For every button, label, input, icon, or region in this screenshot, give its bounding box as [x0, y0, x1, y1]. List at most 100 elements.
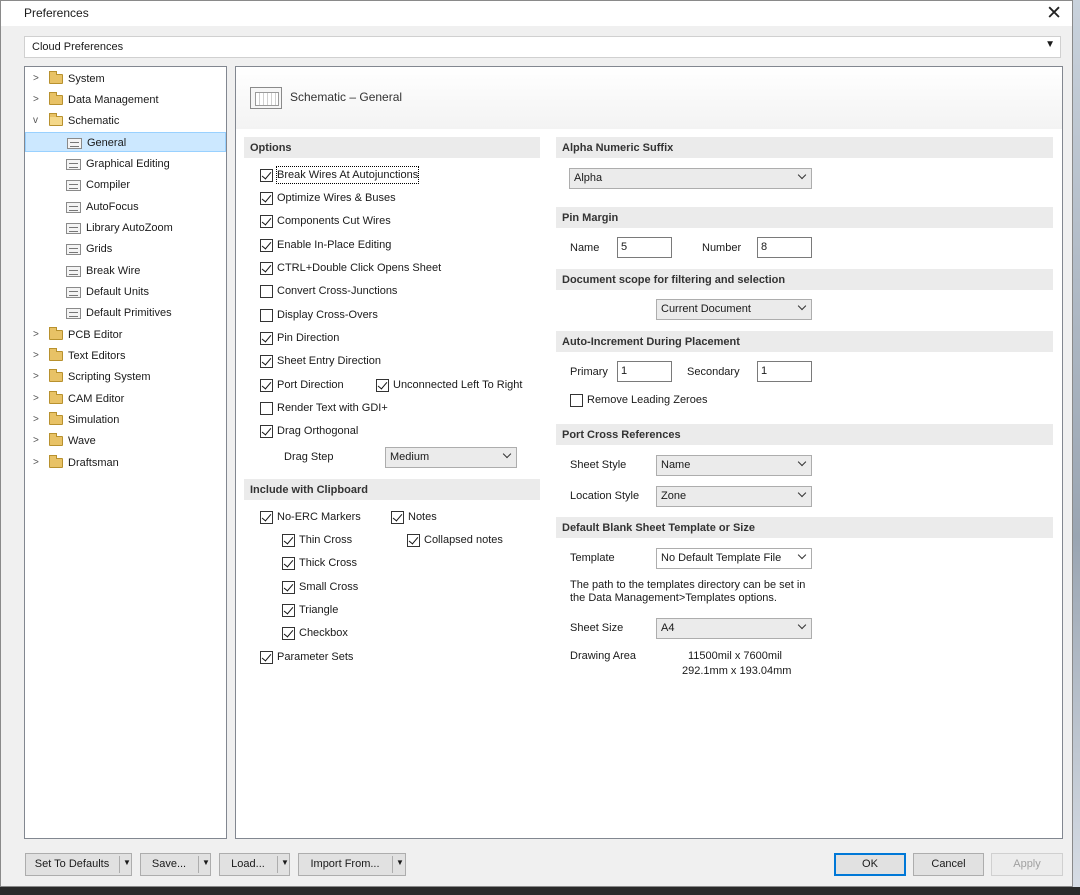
expand-chevron-icon[interactable]: > — [33, 346, 43, 366]
chevron-down-icon — [797, 457, 807, 467]
clipboard-section-header: Include with Clipboard — [244, 479, 540, 500]
expand-chevron-icon[interactable]: > — [33, 325, 43, 345]
checkbox-label: No-ERC Markers — [277, 511, 361, 523]
checkbox-box[interactable] — [282, 534, 295, 547]
checkbox-label: Remove Leading Zeroes — [587, 394, 708, 406]
checkbox-box[interactable] — [391, 511, 404, 524]
tree-item-scripting-system[interactable]: > Scripting System — [25, 367, 226, 387]
button-label: Import From... — [310, 858, 380, 870]
expand-chevron-icon[interactable]: > — [33, 389, 43, 409]
checkbox-label: Pin Direction — [277, 332, 340, 344]
checkbox-box[interactable] — [260, 169, 273, 182]
template-dropdown[interactable]: No Default Template File — [656, 548, 812, 569]
expand-chevron-icon[interactable]: > — [33, 410, 43, 430]
sheet-style-label: Sheet Style — [570, 459, 627, 471]
tree-item-wave[interactable]: > Wave — [25, 431, 226, 451]
checkbox-box[interactable] — [260, 285, 273, 298]
window-title: Preferences — [24, 6, 89, 20]
tree-item-label: Compiler — [86, 179, 131, 191]
tree-item-label: Draftsman — [68, 457, 119, 469]
tree-item-autofocus[interactable]: AutoFocus — [25, 197, 226, 217]
tree-item-grids[interactable]: Grids — [25, 239, 226, 259]
import-from-button[interactable]: Import From... ▼ — [298, 853, 406, 876]
tree-item-schematic[interactable]: v Schematic — [25, 111, 226, 131]
panel-title: Schematic – General — [290, 90, 403, 104]
checkbox-box[interactable] — [260, 355, 273, 368]
checkbox-box[interactable] — [260, 511, 273, 524]
checkbox-box[interactable] — [260, 332, 273, 345]
save-button[interactable]: Save... ▼ — [140, 853, 211, 876]
tree-item-label: Grids — [86, 243, 113, 255]
expand-chevron-icon[interactable]: > — [33, 90, 43, 110]
tree-item-break-wire[interactable]: Break Wire — [25, 261, 226, 281]
tree-item-data-management[interactable]: > Data Management — [25, 90, 226, 110]
checkbox-box[interactable] — [260, 425, 273, 438]
ok-button[interactable]: OK — [834, 853, 906, 876]
checkbox-box[interactable] — [260, 402, 273, 415]
chevron-down-icon — [797, 170, 807, 180]
expand-chevron-icon[interactable]: > — [33, 367, 43, 387]
dropdown-arrow-icon[interactable]: ▼ — [202, 858, 210, 867]
checkbox-box[interactable] — [407, 534, 420, 547]
checkbox-box[interactable] — [282, 581, 295, 594]
tree-item-general[interactable]: General — [25, 132, 226, 152]
alpha-suffix-dropdown[interactable]: Alpha — [569, 168, 812, 189]
checkbox-box[interactable] — [282, 604, 295, 617]
checkbox-box[interactable] — [282, 557, 295, 570]
checkbox-box[interactable] — [260, 379, 273, 392]
button-label: Load... — [231, 858, 265, 870]
close-icon[interactable]: ✕ — [1046, 2, 1062, 25]
tree-item-pcb-editor[interactable]: > PCB Editor — [25, 325, 226, 345]
tree-item-draftsman[interactable]: > Draftsman — [25, 453, 226, 473]
checkbox-box[interactable] — [260, 239, 273, 252]
location-style-dropdown[interactable]: Zone — [656, 486, 812, 507]
expand-chevron-icon[interactable]: > — [33, 453, 43, 473]
pin-number-input[interactable]: 8 — [757, 237, 812, 258]
checkbox-box[interactable] — [260, 215, 273, 228]
checkbox-box[interactable] — [570, 394, 583, 407]
expand-chevron-icon[interactable]: > — [33, 69, 43, 89]
tree-item-default-units[interactable]: Default Units — [25, 282, 226, 302]
checkbox-box[interactable] — [260, 262, 273, 275]
collapse-chevron-icon[interactable]: v — [33, 111, 43, 131]
document-scope-dropdown[interactable]: Current Document — [656, 299, 812, 320]
tree-item-simulation[interactable]: > Simulation — [25, 410, 226, 430]
dropdown-arrow-icon[interactable]: ▼ — [396, 858, 404, 867]
page-icon — [66, 244, 81, 255]
checkbox-box[interactable] — [260, 651, 273, 664]
sheet-style-dropdown[interactable]: Name — [656, 455, 812, 476]
tree-item-text-editors[interactable]: > Text Editors — [25, 346, 226, 366]
apply-button[interactable]: Apply — [991, 853, 1063, 876]
dropdown-arrow-icon[interactable]: ▼ — [123, 858, 131, 867]
tree-item-label: Schematic — [68, 115, 120, 127]
tree-item-label: Wave — [68, 435, 96, 447]
secondary-increment-input[interactable]: 1 — [757, 361, 812, 382]
chevron-down-icon — [502, 449, 512, 459]
checkbox-box[interactable] — [376, 379, 389, 392]
expand-chevron-icon[interactable]: > — [33, 431, 43, 451]
checkbox-box[interactable] — [282, 627, 295, 640]
tree-item-default-primitives[interactable]: Default Primitives — [25, 303, 226, 323]
sheet-size-dropdown[interactable]: A4 — [656, 618, 812, 639]
tree-item-label: Default Primitives — [86, 307, 172, 319]
drag-step-dropdown[interactable]: Medium — [385, 447, 517, 468]
tree-item-cam-editor[interactable]: > CAM Editor — [25, 389, 226, 409]
cancel-button[interactable]: Cancel — [913, 853, 984, 876]
tree-item-compiler[interactable]: Compiler — [25, 175, 226, 195]
load-button[interactable]: Load... ▼ — [219, 853, 290, 876]
tree-item-label: PCB Editor — [68, 329, 123, 341]
primary-increment-input[interactable]: 1 — [617, 361, 672, 382]
pin-name-input[interactable]: 5 — [617, 237, 672, 258]
checkbox-label: Parameter Sets — [277, 651, 354, 663]
tree-item-graphical-editing[interactable]: Graphical Editing — [25, 154, 226, 174]
checkbox-box[interactable] — [260, 192, 273, 205]
tree-item-library-autozoom[interactable]: Library AutoZoom — [25, 218, 226, 238]
checkbox-label: Checkbox — [299, 627, 348, 639]
chevron-down-icon — [797, 301, 807, 311]
dropdown-arrow-icon[interactable]: ▼ — [281, 858, 289, 867]
dropdown-arrow-icon: ▼ — [1045, 39, 1055, 50]
tree-item-system[interactable]: > System — [25, 69, 226, 89]
set-to-defaults-button[interactable]: Set To Defaults ▼ — [25, 853, 132, 876]
cloud-preferences-dropdown[interactable]: Cloud Preferences ▼ — [24, 36, 1061, 58]
checkbox-box[interactable] — [260, 309, 273, 322]
